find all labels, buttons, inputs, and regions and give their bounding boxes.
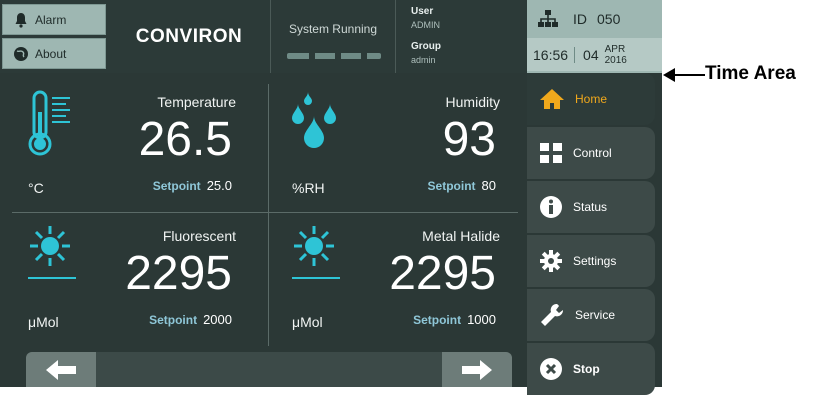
page-navigation-bar <box>26 352 512 387</box>
setpoint-value: 25.0 <box>206 178 232 193</box>
touchscreen: Alarm About CONVIRON System Running User… <box>0 0 662 395</box>
setpoint: Setpoint 1000 <box>413 312 496 327</box>
side-navigation: Home Control Status Settings Service Sto… <box>527 73 662 395</box>
system-activity-bar <box>287 53 381 59</box>
nav-label: Status <box>573 200 608 214</box>
setpoint-label: Setpoint <box>149 313 198 327</box>
fluorescent-tile[interactable]: Fluorescent 2295 μMol Setpoint 2000 <box>0 218 258 348</box>
top-bar: Alarm About CONVIRON System Running User… <box>0 0 662 73</box>
metal-halide-tile[interactable]: Metal Halide 2295 μMol Setpoint 1000 <box>264 218 522 348</box>
callout-arrowhead <box>663 68 675 82</box>
gear-icon <box>540 250 562 272</box>
sun-icon <box>290 224 344 287</box>
tile-name: Humidity <box>445 94 500 110</box>
tile-divider-vertical <box>268 84 269 346</box>
tile-name: Fluorescent <box>162 228 236 244</box>
system-status-text: System Running <box>288 22 378 36</box>
setpoint: Setpoint 2000 <box>149 312 232 327</box>
tile-name: Metal Halide <box>422 228 500 244</box>
setpoint-label: Setpoint <box>413 313 462 327</box>
nav-home[interactable]: Home <box>527 73 655 125</box>
nav-service[interactable]: Service <box>527 289 655 341</box>
setpoint-value: 80 <box>481 178 496 193</box>
tile-value: 93 <box>442 113 496 166</box>
tile-unit: μMol <box>28 314 59 330</box>
nav-label: Stop <box>573 362 600 376</box>
date-day: 04 <box>583 46 599 63</box>
tile-divider-horizontal <box>12 212 518 213</box>
group-key: Group <box>411 41 441 52</box>
setpoint-label: Setpoint <box>152 179 201 193</box>
sun-icon <box>26 224 80 287</box>
wrench-icon <box>541 303 564 326</box>
stop-icon <box>540 358 562 380</box>
setpoint-value: 2000 <box>203 312 232 327</box>
arrow-right-icon <box>462 359 492 380</box>
temperature-tile[interactable]: Temperature 26.5 °C Setpoint 25.0 <box>0 84 258 214</box>
user-key: User <box>411 6 434 17</box>
arrow-left-icon <box>46 359 76 380</box>
nav-control[interactable]: Control <box>527 127 655 179</box>
date-year: 2016 <box>604 54 627 66</box>
home-icon <box>540 89 564 109</box>
droplets-icon <box>290 90 350 161</box>
time-area: 16:56 04 APR 2016 <box>527 38 662 71</box>
globe-icon <box>14 46 28 61</box>
brand-logo: CONVIRON <box>135 25 243 47</box>
nav-label: Service <box>575 308 616 322</box>
time-area-callout: Time Area <box>663 60 832 90</box>
system-status: System Running <box>270 0 396 73</box>
nav-label: Home <box>575 92 608 106</box>
user-value: ADMIN <box>411 20 440 30</box>
nav-label: Control <box>573 146 612 160</box>
id-value: 050 <box>597 10 621 27</box>
tile-name: Temperature <box>157 94 236 110</box>
control-icon <box>540 143 562 163</box>
about-button[interactable]: About <box>2 38 106 69</box>
setpoint: Setpoint 80 <box>428 178 496 193</box>
previous-page-button[interactable] <box>26 352 96 387</box>
info-icon <box>540 196 562 218</box>
alarm-button[interactable]: Alarm <box>2 4 106 35</box>
id-label: ID <box>573 10 587 27</box>
tile-unit: %RH <box>292 180 325 196</box>
nav-stop[interactable]: Stop <box>527 343 655 395</box>
thermometer-icon <box>26 90 80 165</box>
nav-status[interactable]: Status <box>527 181 655 233</box>
nav-settings[interactable]: Settings <box>527 235 655 287</box>
user-info: User ADMIN Group admin <box>399 0 527 73</box>
next-page-button[interactable] <box>442 352 512 387</box>
tile-value: 2295 <box>389 247 496 300</box>
alarm-label: Alarm <box>35 12 67 27</box>
about-label: About <box>35 46 67 61</box>
setpoint-value: 1000 <box>467 312 496 327</box>
nav-label: Settings <box>573 254 617 268</box>
network-icon <box>538 9 558 27</box>
id-row: ID 050 <box>527 2 662 35</box>
tile-value: 26.5 <box>138 113 232 166</box>
tile-value: 2295 <box>125 247 232 300</box>
setpoint-label: Setpoint <box>427 179 476 193</box>
info-panel: ID 050 16:56 04 APR 2016 <box>527 0 662 73</box>
clock-time: 16:56 <box>533 46 576 63</box>
date-month-year: APR 2016 <box>605 44 627 66</box>
date-month: APR <box>604 43 626 55</box>
tile-unit: μMol <box>292 314 323 330</box>
bell-icon <box>15 12 27 28</box>
tile-unit: °C <box>28 180 44 196</box>
setpoint: Setpoint 25.0 <box>153 178 232 193</box>
callout-text: Time Area <box>705 63 796 84</box>
humidity-tile[interactable]: Humidity 93 %RH Setpoint 80 <box>264 84 522 214</box>
group-value: admin <box>411 55 436 65</box>
